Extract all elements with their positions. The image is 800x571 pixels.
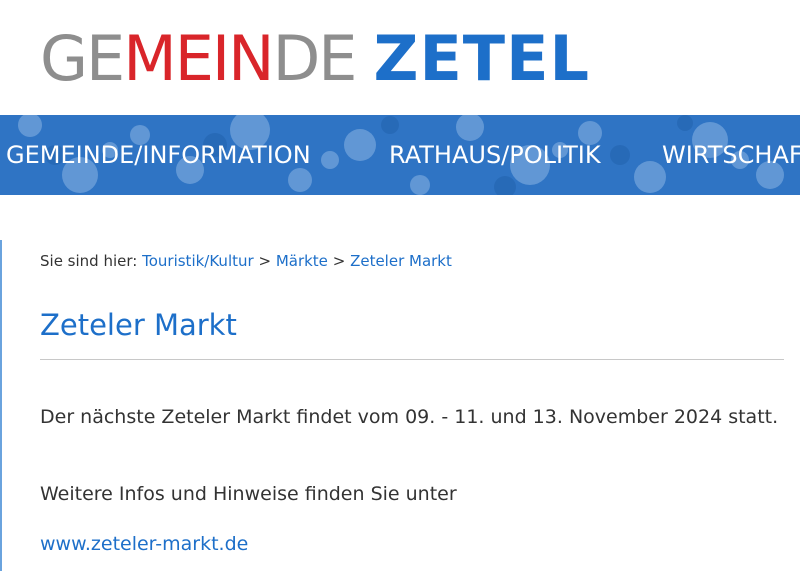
- content-left-border: [0, 240, 2, 571]
- title-divider: [40, 359, 784, 360]
- logo-text-zetel: ZETEL: [373, 22, 590, 95]
- nav-item-wirtschaft[interactable]: WIRTSCHAFT: [662, 115, 800, 195]
- nav-item-gemeinde-information[interactable]: GEMEINDE/INFORMATION: [6, 115, 311, 195]
- site-header: GE MEIN DE ZETEL: [0, 0, 800, 115]
- nav-items: GEMEINDE/INFORMATION RATHAUS/POLITIK WIR…: [0, 115, 800, 195]
- zeteler-markt-website-link[interactable]: www.zeteler-markt.de: [40, 528, 248, 561]
- more-info-paragraph: Weitere Infos und Hinweise finden Sie un…: [40, 483, 457, 505]
- main-navigation: GEMEINDE/INFORMATION RATHAUS/POLITIK WIR…: [0, 115, 800, 195]
- breadcrumb-prefix: Sie sind hier:: [40, 252, 138, 270]
- logo-text-de: DE: [272, 22, 358, 95]
- breadcrumb-link-touristik-kultur[interactable]: Touristik/Kultur: [142, 252, 254, 270]
- market-date-paragraph: Der nächste Zeteler Markt findet vom 09.…: [40, 406, 779, 428]
- page-title: Zeteler Markt: [40, 308, 237, 342]
- site-logo[interactable]: GE MEIN DE ZETEL: [40, 22, 590, 95]
- breadcrumb-link-zeteler-markt[interactable]: Zeteler Markt: [350, 252, 452, 270]
- nav-item-rathaus-politik[interactable]: RATHAUS/POLITIK: [389, 115, 601, 195]
- logo-text-ge: GE: [40, 22, 125, 95]
- breadcrumb-separator: >: [258, 252, 272, 270]
- breadcrumb-link-maerkte[interactable]: Märkte: [276, 252, 328, 270]
- logo-text-mein: MEIN: [123, 22, 274, 95]
- breadcrumb-separator: >: [332, 252, 346, 270]
- breadcrumb: Sie sind hier: Touristik/Kultur > Märkte…: [40, 252, 452, 270]
